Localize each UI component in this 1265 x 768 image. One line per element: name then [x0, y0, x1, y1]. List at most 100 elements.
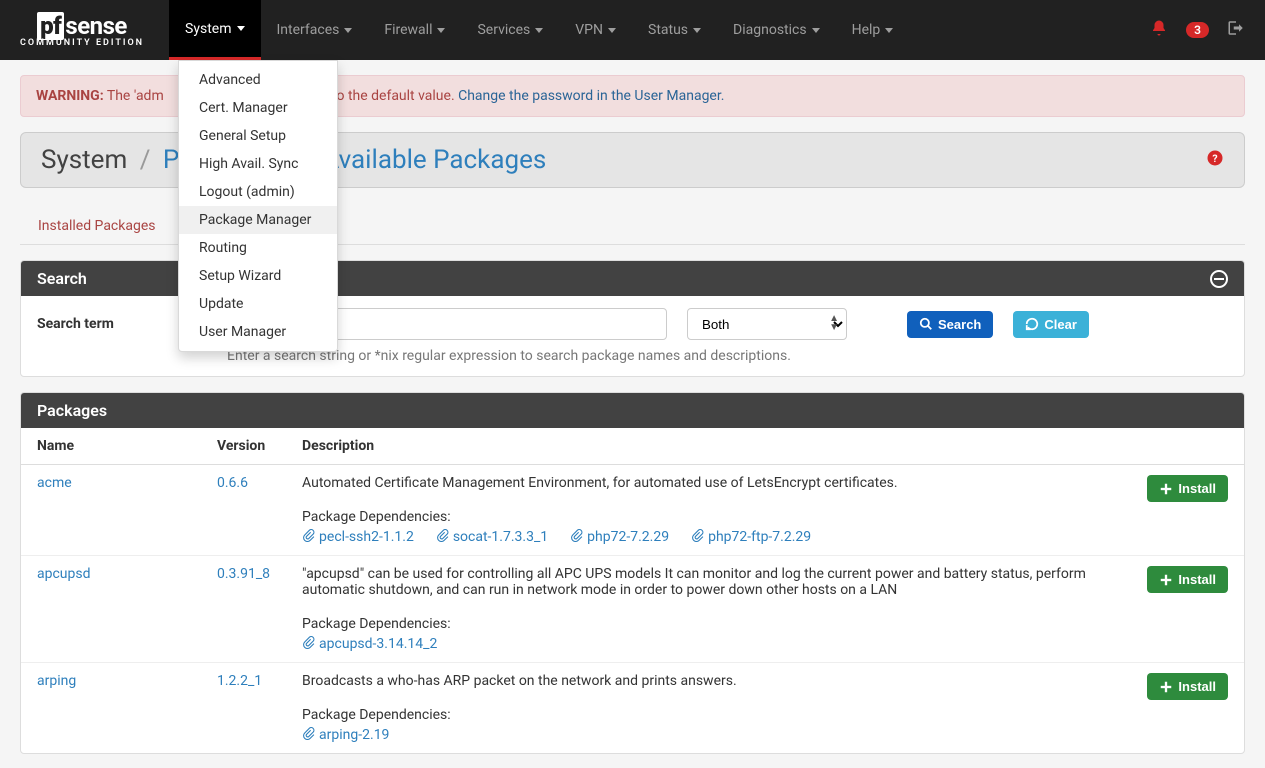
nav-interfaces-label: Interfaces	[277, 22, 340, 38]
warning-text-before: The 'adm	[104, 88, 164, 104]
col-version: Version	[201, 428, 286, 465]
install-button[interactable]: Install	[1147, 566, 1228, 593]
dependency-link[interactable]: php72-7.2.29	[570, 529, 669, 545]
install-button-label: Install	[1178, 481, 1216, 496]
paperclip-icon	[302, 727, 315, 743]
dependencies-label: Package Dependencies:	[302, 509, 1115, 525]
paperclip-icon	[570, 529, 583, 545]
collapse-icon[interactable]	[1210, 270, 1228, 288]
table-row: apcupsd 0.3.91_8 "apcupsd" can be used f…	[21, 556, 1244, 663]
caret-icon	[608, 28, 616, 33]
col-name: Name	[21, 428, 201, 465]
search-button-label: Search	[938, 317, 981, 332]
package-name-link[interactable]: acme	[37, 475, 72, 491]
nav-diagnostics[interactable]: Diagnostics	[717, 0, 836, 60]
packages-panel-header: Packages	[21, 393, 1244, 428]
install-button[interactable]: Install	[1147, 475, 1228, 502]
package-description: "apcupsd" can be used for controlling al…	[302, 566, 1115, 598]
caret-icon	[693, 28, 701, 33]
breadcrumb-available-packages[interactable]: Available Packages	[322, 145, 546, 175]
notification-badge[interactable]: 3	[1186, 22, 1209, 38]
dropdown-cert-manager[interactable]: Cert. Manager	[179, 94, 337, 122]
paperclip-icon	[691, 529, 704, 545]
search-help-text: Enter a search string or *nix regular ex…	[227, 348, 1228, 364]
package-description: Broadcasts a who-has ARP packet on the n…	[302, 673, 1115, 689]
nav-status-label: Status	[648, 22, 688, 38]
nav-right: 3	[1150, 19, 1245, 42]
table-row: acme 0.6.6 Automated Certificate Managem…	[21, 465, 1244, 556]
nav-firewall[interactable]: Firewall	[368, 0, 461, 60]
logo-sense: sense	[65, 12, 127, 40]
nav-firewall-label: Firewall	[384, 22, 432, 38]
logo[interactable]: pfsense COMMUNITY EDITION	[20, 12, 144, 48]
nav-services-label: Services	[477, 22, 530, 38]
dependency-link[interactable]: php72-ftp-7.2.29	[691, 529, 811, 545]
package-version: 0.3.91_8	[217, 566, 270, 582]
nav-vpn[interactable]: VPN	[559, 0, 632, 60]
package-name-link[interactable]: apcupsd	[37, 566, 91, 582]
dropdown-update[interactable]: Update	[179, 290, 337, 318]
dropdown-logout[interactable]: Logout (admin)	[179, 178, 337, 206]
logo-pf: pf	[37, 12, 64, 40]
packages-table: Name Version Description acme 0.6.6 Auto…	[21, 428, 1244, 753]
nav-system[interactable]: System	[169, 0, 260, 60]
paperclip-icon	[302, 529, 315, 545]
help-icon[interactable]: ?	[1206, 149, 1224, 172]
dependency-link[interactable]: socat-1.7.3.3_1	[436, 529, 548, 545]
package-version: 1.2.2_1	[217, 673, 262, 689]
system-dropdown: Advanced Cert. Manager General Setup Hig…	[178, 60, 338, 352]
caret-icon	[237, 26, 245, 31]
clear-button[interactable]: Clear	[1013, 311, 1089, 338]
dropdown-general-setup[interactable]: General Setup	[179, 122, 337, 150]
paperclip-icon	[302, 636, 315, 652]
warning-link[interactable]: Change the password in the User Manager.	[458, 88, 724, 104]
nav-interfaces[interactable]: Interfaces	[261, 0, 369, 60]
caret-icon	[344, 28, 352, 33]
install-button-label: Install	[1178, 679, 1216, 694]
search-panel-title: Search	[37, 269, 87, 288]
svg-text:?: ?	[1212, 151, 1217, 164]
nav-items: System Interfaces Firewall Services VPN …	[169, 0, 909, 60]
bell-icon[interactable]	[1150, 19, 1168, 42]
table-row: arping 1.2.2_1 Broadcasts a who-has ARP …	[21, 663, 1244, 754]
warning-label: WARNING:	[36, 88, 104, 104]
nav-help-label: Help	[852, 22, 881, 38]
refresh-icon	[1025, 317, 1039, 331]
dropdown-high-avail[interactable]: High Avail. Sync	[179, 150, 337, 178]
clear-button-label: Clear	[1044, 317, 1077, 332]
packages-panel: Packages Name Version Description acme 0…	[20, 392, 1245, 754]
caret-icon	[535, 28, 543, 33]
dependencies-label: Package Dependencies:	[302, 707, 1115, 723]
dependencies-label: Package Dependencies:	[302, 616, 1115, 632]
package-version: 0.6.6	[217, 475, 248, 491]
navbar: pfsense COMMUNITY EDITION System Interfa…	[0, 0, 1265, 60]
dependency-link[interactable]: pecl-ssh2-1.1.2	[302, 529, 414, 545]
paperclip-icon	[436, 529, 449, 545]
caret-icon	[437, 28, 445, 33]
dropdown-package-manager[interactable]: Package Manager	[179, 206, 337, 234]
nav-services[interactable]: Services	[461, 0, 559, 60]
nav-status[interactable]: Status	[632, 0, 717, 60]
package-description: Automated Certificate Management Environ…	[302, 475, 1115, 491]
caret-icon	[812, 28, 820, 33]
dependency-link[interactable]: apcupsd-3.14.14_2	[302, 636, 437, 652]
search-button[interactable]: Search	[907, 311, 993, 338]
install-button[interactable]: Install	[1147, 673, 1228, 700]
logout-icon[interactable]	[1227, 19, 1245, 42]
breadcrumb-system[interactable]: System	[41, 145, 127, 175]
nav-vpn-label: VPN	[575, 22, 603, 38]
dropdown-user-manager[interactable]: User Manager	[179, 318, 337, 346]
search-scope-select[interactable]: Both	[687, 308, 847, 340]
dropdown-routing[interactable]: Routing	[179, 234, 337, 262]
package-name-link[interactable]: arping	[37, 673, 76, 689]
dependency-link[interactable]: arping-2.19	[302, 727, 389, 743]
install-button-label: Install	[1178, 572, 1216, 587]
dropdown-advanced[interactable]: Advanced	[179, 66, 337, 94]
col-description: Description	[286, 428, 1131, 465]
dropdown-setup-wizard[interactable]: Setup Wizard	[179, 262, 337, 290]
nav-diagnostics-label: Diagnostics	[733, 22, 807, 38]
breadcrumb-sep: /	[140, 145, 151, 175]
nav-help[interactable]: Help	[836, 0, 910, 60]
caret-icon	[885, 28, 893, 33]
tab-installed-packages[interactable]: Installed Packages	[20, 208, 173, 244]
